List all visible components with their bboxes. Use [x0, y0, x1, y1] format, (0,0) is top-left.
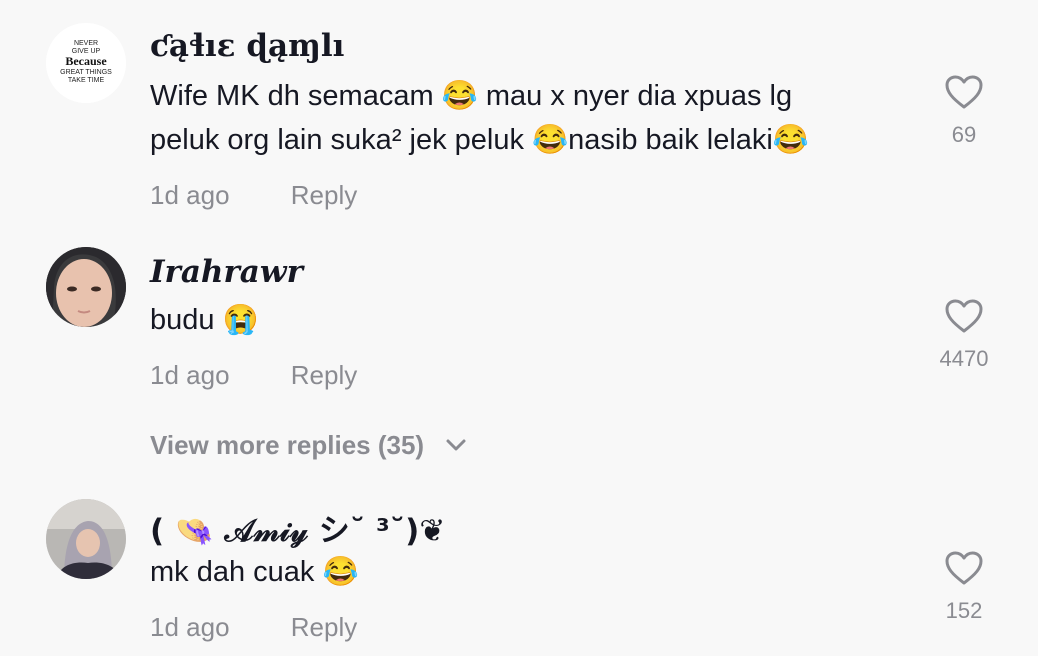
comment-text-line: mk dah cuak 😂	[150, 556, 359, 588]
comment-meta: 1d ago Reply	[150, 180, 357, 211]
heart-outline-icon[interactable]	[944, 74, 984, 110]
view-more-replies-button[interactable]: View more replies (35)	[150, 430, 467, 461]
comment-meta: 1d ago Reply	[150, 612, 357, 643]
heart-outline-icon[interactable]	[944, 550, 984, 586]
comment-text: Wife MK dh semacam 😂 mau x nyer dia xpua…	[150, 74, 910, 162]
timestamp: 1d ago	[150, 612, 230, 642]
comment-text-line: peluk org lain suka² jek peluk 😂nasib ba…	[150, 124, 809, 156]
avatar-text-line4: GREAT THINGS	[60, 69, 112, 76]
avatar[interactable]	[46, 247, 126, 327]
username[interactable]: ƈąɬıɛ ɖąɱlı	[150, 28, 344, 64]
timestamp: 1d ago	[150, 360, 230, 390]
username[interactable]: Irahrawr	[150, 254, 303, 290]
username[interactable]: ( 👒 𝒜𝓂𝒾𝓎 シ˘ ³˘)❦	[150, 505, 445, 550]
avatar[interactable]	[46, 499, 126, 579]
avatar[interactable]: NEVER GIVE UP Because GREAT THINGS TAKE …	[46, 23, 126, 103]
comment-text: mk dah cuak 😂	[150, 550, 910, 594]
timestamp: 1d ago	[150, 180, 230, 210]
comment-meta: 1d ago Reply	[150, 360, 357, 391]
chevron-down-icon	[446, 439, 466, 451]
like-count: 4470	[939, 346, 989, 371]
avatar-image	[46, 499, 126, 579]
avatar-text-line1: NEVER	[74, 40, 98, 47]
avatar-image	[46, 247, 126, 327]
reply-button[interactable]: Reply	[291, 360, 357, 390]
like-control: 152	[920, 550, 1008, 624]
view-more-label: View more replies (35)	[150, 430, 425, 460]
like-control: 69	[920, 74, 1008, 148]
reply-button[interactable]: Reply	[291, 180, 357, 210]
like-control: 4470	[920, 298, 1008, 372]
avatar-image: NEVER GIVE UP Because GREAT THINGS TAKE …	[46, 23, 126, 103]
comment-text: budu 😭	[150, 298, 910, 342]
reply-button[interactable]: Reply	[291, 612, 357, 642]
comment-text-line: Wife MK dh semacam 😂 mau x nyer dia xpua…	[150, 80, 793, 112]
like-count: 69	[951, 122, 977, 147]
avatar-text-line3: Because	[65, 54, 107, 68]
heart-outline-icon[interactable]	[944, 298, 984, 334]
comment-text-line: budu 😭	[150, 304, 259, 336]
like-count: 152	[945, 598, 983, 623]
avatar-text-line5: TAKE TIME	[68, 77, 105, 84]
